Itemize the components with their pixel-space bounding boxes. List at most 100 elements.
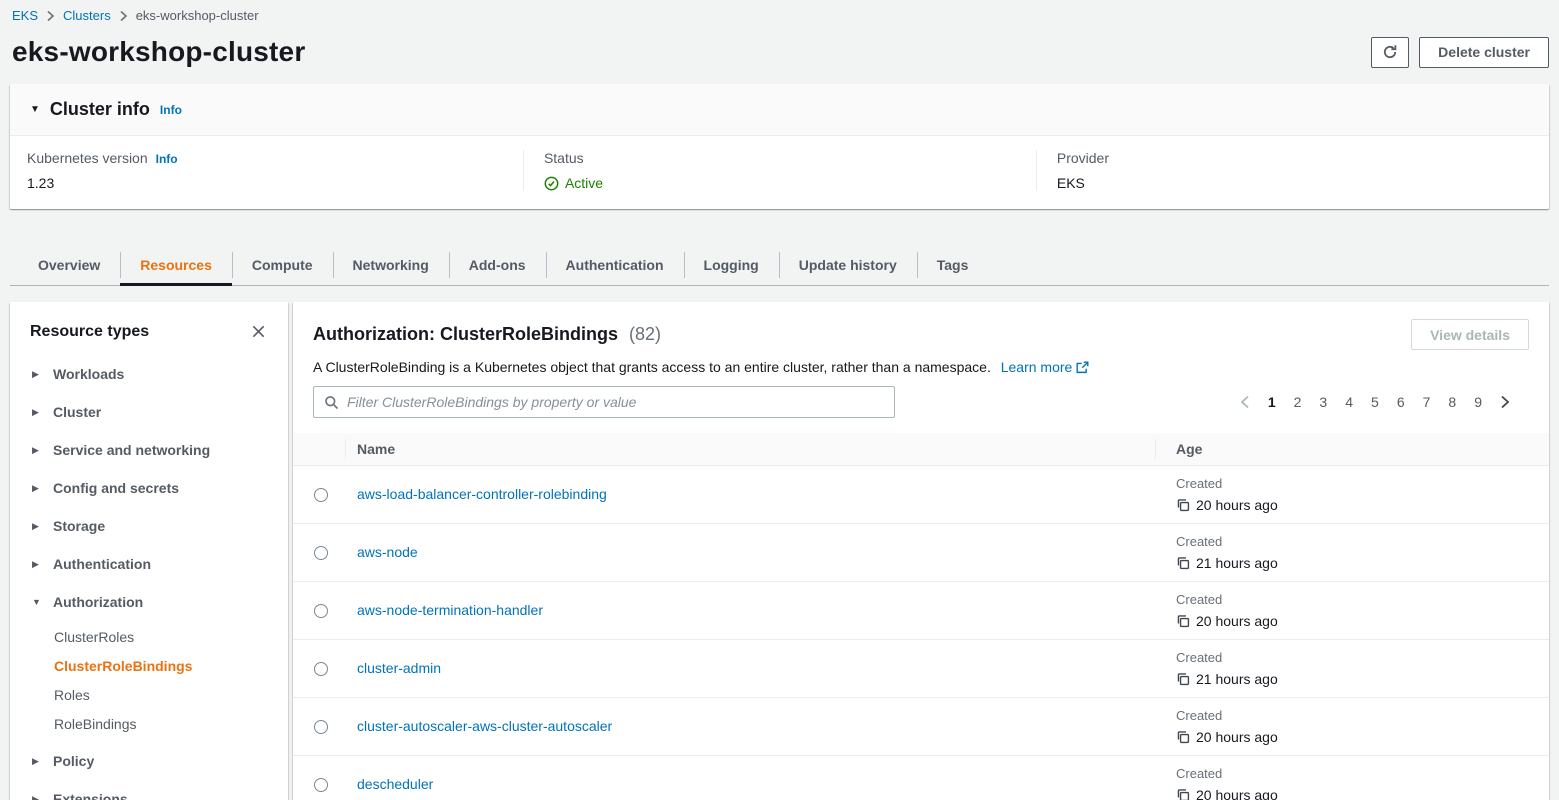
tab-compute[interactable]: Compute: [232, 245, 333, 285]
refresh-button[interactable]: [1371, 37, 1409, 68]
info-link[interactable]: Info: [160, 103, 182, 117]
copy-icon[interactable]: [1176, 498, 1190, 512]
delete-cluster-button[interactable]: Delete cluster: [1419, 37, 1549, 68]
breadcrumb-current: eks-workshop-cluster: [136, 8, 259, 23]
pagination-page-8[interactable]: 8: [1441, 390, 1463, 414]
sidebar-group-storage[interactable]: ▶ Storage: [32, 507, 268, 545]
row-radio[interactable]: [314, 604, 328, 618]
created-label: Created: [1176, 708, 1549, 723]
sidebar-group-config-and-secrets[interactable]: ▶ Config and secrets: [32, 469, 268, 507]
row-radio[interactable]: [314, 778, 328, 792]
created-label: Created: [1176, 534, 1549, 549]
pagination-page-1[interactable]: 1: [1261, 390, 1283, 414]
pagination-page-7[interactable]: 7: [1416, 390, 1438, 414]
rolebinding-link[interactable]: aws-node: [357, 544, 418, 560]
sidebar-group-label: Service and networking: [53, 442, 210, 458]
pagination-page-9[interactable]: 9: [1467, 390, 1489, 414]
caret-right-icon: ▶: [32, 483, 42, 494]
breadcrumb-link-clusters[interactable]: Clusters: [63, 8, 111, 23]
pagination-page-2[interactable]: 2: [1287, 390, 1309, 414]
sidebar-group-label: Extensions: [53, 791, 128, 800]
row-radio[interactable]: [314, 488, 328, 502]
field-label: Kubernetes version: [27, 150, 148, 166]
info-link[interactable]: Info: [156, 152, 178, 166]
cluster-info-header[interactable]: ▼ Cluster info Info: [10, 84, 1549, 136]
chevron-right-icon: [119, 10, 128, 22]
view-details-button[interactable]: View details: [1411, 319, 1529, 350]
pagination-page-6[interactable]: 6: [1390, 390, 1412, 414]
sidebar-group-extensions[interactable]: ▶ Extensions: [32, 780, 268, 800]
learn-more-link[interactable]: Learn more: [1001, 359, 1090, 375]
close-icon[interactable]: [249, 322, 268, 341]
sidebar-group-service-and-networking[interactable]: ▶ Service and networking: [32, 431, 268, 469]
caret-right-icon: ▶: [32, 756, 42, 767]
breadcrumb-link-eks[interactable]: EKS: [12, 8, 38, 23]
row-radio[interactable]: [314, 720, 328, 734]
tab-add-ons[interactable]: Add-ons: [449, 245, 546, 285]
sidebar-group-workloads[interactable]: ▶ Workloads: [32, 355, 268, 393]
rolebinding-link[interactable]: descheduler: [357, 776, 433, 792]
page-title: eks-workshop-cluster: [12, 36, 305, 68]
authorization-children: ClusterRoles ClusterRoleBindings Roles R…: [32, 621, 268, 742]
page-header: eks-workshop-cluster Delete cluster: [10, 36, 1549, 68]
sidebar-group-label: Authentication: [53, 556, 151, 572]
sidebar-title: Resource types: [30, 323, 149, 341]
pagination-next-icon[interactable]: [1493, 391, 1517, 413]
pagination-page-3[interactable]: 3: [1312, 390, 1334, 414]
caret-right-icon: ▶: [32, 445, 42, 456]
pagination-page-5[interactable]: 5: [1364, 390, 1386, 414]
table-header: Name Age: [293, 433, 1549, 466]
filter-input[interactable]: [347, 394, 884, 410]
caret-right-icon: ▶: [32, 521, 42, 532]
pagination-page-4[interactable]: 4: [1338, 390, 1360, 414]
tab-tags[interactable]: Tags: [917, 245, 989, 285]
sidebar-group-authentication[interactable]: ▶ Authentication: [32, 545, 268, 583]
tab-bar: Overview Resources Compute Networking Ad…: [10, 245, 1549, 286]
rolebinding-link[interactable]: cluster-admin: [357, 660, 441, 676]
tab-logging[interactable]: Logging: [684, 245, 779, 285]
column-divider: [1155, 439, 1156, 459]
table-row: aws-load-balancer-controller-rolebinding…: [293, 466, 1549, 524]
created-label: Created: [1176, 476, 1549, 491]
tab-overview[interactable]: Overview: [18, 245, 120, 285]
tab-authentication[interactable]: Authentication: [546, 245, 684, 285]
row-radio[interactable]: [314, 662, 328, 676]
breadcrumb: EKS Clusters eks-workshop-cluster: [10, 8, 1549, 23]
age-value: 20 hours ago: [1196, 787, 1278, 800]
rolebinding-link[interactable]: cluster-autoscaler-aws-cluster-autoscale…: [357, 718, 612, 734]
pagination-prev-icon[interactable]: [1233, 391, 1257, 413]
sidebar-group-cluster[interactable]: ▶ Cluster: [32, 393, 268, 431]
sidebar-item-clusterroles[interactable]: ClusterRoles: [32, 622, 268, 651]
table-row: descheduler Created 20 hours ago: [293, 756, 1549, 800]
sidebar-item-rolebindings[interactable]: RoleBindings: [32, 709, 268, 738]
rolebinding-link[interactable]: aws-node-termination-handler: [357, 602, 543, 618]
copy-icon[interactable]: [1176, 672, 1190, 686]
tab-update-history[interactable]: Update history: [779, 245, 917, 285]
rolebinding-link[interactable]: aws-load-balancer-controller-rolebinding: [357, 486, 607, 502]
clusterrolebindings-table: Name Age aws-load-balancer-controller-ro…: [293, 433, 1549, 800]
sidebar-item-clusterrolebindings[interactable]: ClusterRoleBindings: [32, 651, 268, 680]
row-radio[interactable]: [314, 546, 328, 560]
tab-resources[interactable]: Resources: [120, 245, 232, 285]
sidebar-item-roles[interactable]: Roles: [32, 680, 268, 709]
tab-networking[interactable]: Networking: [333, 245, 449, 285]
table-row: aws-node Created 21 hours ago: [293, 524, 1549, 582]
sidebar-header: Resource types: [10, 302, 288, 347]
copy-icon[interactable]: [1176, 788, 1190, 800]
sidebar-group-label: Authorization: [53, 594, 143, 610]
table-row: aws-node-termination-handler Created 20 …: [293, 582, 1549, 640]
sidebar-group-authorization[interactable]: ▼ Authorization: [32, 583, 268, 621]
sidebar-group-policy[interactable]: ▶ Policy: [32, 742, 268, 780]
caret-right-icon: ▶: [32, 559, 42, 570]
copy-icon[interactable]: [1176, 556, 1190, 570]
description-text: A ClusterRoleBinding is a Kubernetes obj…: [313, 359, 991, 375]
table-row: cluster-autoscaler-aws-cluster-autoscale…: [293, 698, 1549, 756]
copy-icon[interactable]: [1176, 614, 1190, 628]
external-link-icon: [1076, 361, 1089, 374]
panel-description: A ClusterRoleBinding is a Kubernetes obj…: [313, 359, 1529, 375]
created-label: Created: [1176, 766, 1549, 781]
main-titlebar: Authorization: ClusterRoleBindings (82) …: [313, 319, 1529, 350]
item-count: (82): [629, 324, 661, 344]
copy-icon[interactable]: [1176, 730, 1190, 744]
cluster-info-title: Cluster info: [50, 99, 150, 120]
